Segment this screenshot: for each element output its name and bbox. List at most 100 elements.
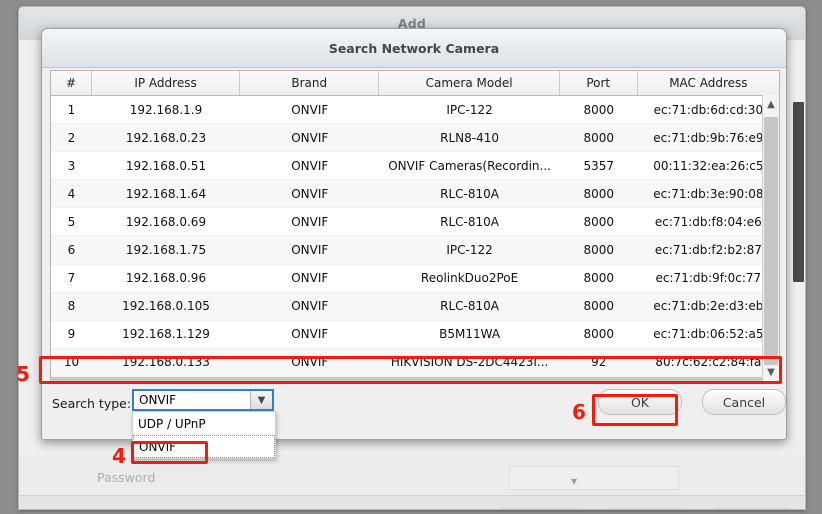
next-button[interactable]: Next xyxy=(599,508,693,509)
search-type-combobox[interactable]: ONVIF ▼ xyxy=(132,389,274,411)
cell-mac: ec:71:db:6d:cd:30 xyxy=(653,102,764,117)
table-row[interactable]: 2 192.168.0.23 ONVIF RLN8-410 8000 ec:71:db:9… xyxy=(51,124,779,153)
cell-brand: ONVIF xyxy=(291,102,329,117)
cell-mac: ec:71:db:9f:0c:77 xyxy=(655,271,762,286)
cell-mac: ec:71:db:2e:d3:eb xyxy=(653,299,764,314)
cell-port: 8000 xyxy=(583,299,614,314)
cell-port: 8000 xyxy=(583,130,614,145)
search-network-camera-dialog: Search Network Camera # IP Address Brand… xyxy=(41,28,787,459)
cell-model: HIKVISION DS-2DC4423I... xyxy=(390,355,549,370)
cell-brand: ONVIF xyxy=(291,130,329,145)
annotation-number-4: 4 xyxy=(112,444,126,468)
dropdown-option[interactable]: UDP / UPnP xyxy=(133,412,275,435)
cell-index: 1 xyxy=(67,102,76,117)
cell-mac: ec:71:db:f2:b2:87 xyxy=(654,243,762,258)
cell-port: 8000 xyxy=(583,102,614,117)
cell-mac: 80:7c:62:c2:84:fa xyxy=(655,355,762,370)
cell-ip: 192.168.1.129 xyxy=(122,327,210,342)
cell-brand: ONVIF xyxy=(291,214,329,229)
cell-ip: 192.168.0.51 xyxy=(125,158,207,173)
cell-index: 9 xyxy=(67,327,76,342)
table-row[interactable]: 1 192.168.1.9 ONVIF IPC-122 8000 ec:71:db:6d:… xyxy=(51,96,779,125)
password-label: Password xyxy=(97,470,156,485)
cell-port: 8000 xyxy=(583,186,614,201)
dialog-title: Search Network Camera xyxy=(328,40,500,56)
table-row[interactable]: 3 192.168.0.51 ONVIF ONVIF Cameras(Recordin… xyxy=(51,152,779,181)
chevron-down-icon[interactable]: ▼ xyxy=(250,391,272,409)
cell-ip: 192.168.0.133 xyxy=(122,355,210,370)
cell-ip: 192.168.0.69 xyxy=(125,214,207,229)
table-row[interactable]: 5 192.168.0.69 ONVIF RLC-810A 8000 ec:71:db:f… xyxy=(51,208,779,237)
table-header-row: # IP Address Brand Camera Model Port MAC… xyxy=(51,71,779,96)
cell-port: 8000 xyxy=(583,214,614,229)
column-header-brand[interactable]: Brand xyxy=(240,71,380,95)
cell-mac: ec:71:db:f8:04:e6 xyxy=(654,214,762,229)
cell-ip: 192.168.0.96 xyxy=(125,271,207,286)
cell-mac: ec:71:db:06:52:a5 xyxy=(653,327,764,342)
cell-model: RLC-810A xyxy=(440,299,500,314)
dialog-footer: Search type: ONVIF ▼ OK Cancel UDP / UPn… xyxy=(42,381,786,459)
table-rows-container: 1 192.168.1.9 ONVIF IPC-122 8000 ec:71:db:6d:… xyxy=(51,96,779,381)
cell-index: 5 xyxy=(67,214,76,229)
cell-ip: 192.168.0.23 xyxy=(125,130,207,145)
cell-mac: 00:11:32:ea:26:c5 xyxy=(653,158,764,173)
cell-ip: 192.168.0.105 xyxy=(122,299,210,314)
cell-brand: ONVIF xyxy=(291,299,329,314)
cell-mac: ec:71:db:3e:90:08 xyxy=(653,186,764,201)
scrollbar-track[interactable] xyxy=(763,113,779,365)
cell-model: RLC-810A xyxy=(440,214,500,229)
chevron-down-icon[interactable]: ▼ xyxy=(763,363,779,381)
window-scrollbar-thumb[interactable] xyxy=(793,102,804,282)
column-header-port[interactable]: Port xyxy=(560,71,638,95)
table-row[interactable]: 10 192.168.0.133 ONVIF HIKVISION DS-2DC4423… xyxy=(51,348,779,377)
cell-brand: ONVIF xyxy=(291,355,329,370)
wizard-cancel-button[interactable]: Cancel xyxy=(706,508,800,509)
cell-model: B5M11WA xyxy=(439,327,501,342)
cell-port: 8000 xyxy=(583,243,614,258)
search-type-label: Search type: xyxy=(52,396,132,411)
cell-model: ReolinkDuo2PoE xyxy=(420,271,519,286)
column-header-ip[interactable]: IP Address xyxy=(92,71,241,95)
annotation-number-5: 5 xyxy=(16,362,30,386)
search-type-dropdown-list[interactable]: UDP / UPnP ONVIF xyxy=(132,411,276,459)
annotation-number-6: 6 xyxy=(572,400,586,424)
table-row[interactable]: 6 192.168.1.75 ONVIF IPC-122 8000 ec:71:db:f2… xyxy=(51,236,779,265)
cell-port: 8000 xyxy=(583,327,614,342)
table-row[interactable]: 4 192.168.1.64 ONVIF RLC-810A 8000 ec:71:db:3… xyxy=(51,180,779,209)
cell-port: 92 xyxy=(591,355,607,370)
column-header-mac[interactable]: MAC Address xyxy=(638,71,779,95)
column-header-model[interactable]: Camera Model xyxy=(379,71,560,95)
cell-brand: ONVIF xyxy=(291,271,329,286)
cell-mac: ec:71:db:9b:76:e9 xyxy=(653,130,764,145)
table-row[interactable]: 9 192.168.1.129 ONVIF B5M11WA 8000 ec:71:db:0… xyxy=(51,320,779,349)
back-button[interactable]: Back xyxy=(492,508,586,509)
dropdown-option[interactable]: ONVIF xyxy=(133,435,275,458)
table-row[interactable]: 8 192.168.0.105 ONVIF RLC-810A 8000 ec:71:db:… xyxy=(51,292,779,321)
cell-ip: 192.168.1.64 xyxy=(125,186,207,201)
cell-index: 4 xyxy=(67,186,76,201)
background-input-field[interactable] xyxy=(509,466,679,490)
dialog-titlebar: Search Network Camera xyxy=(42,29,786,68)
table-row[interactable]: 7 192.168.0.96 ONVIF ReolinkDuo2PoE 8000 ec:7… xyxy=(51,264,779,293)
cell-brand: ONVIF xyxy=(291,186,329,201)
dialog-cancel-button[interactable]: Cancel xyxy=(702,389,786,415)
scrollbar-thumb[interactable] xyxy=(764,117,778,365)
cell-brand: ONVIF xyxy=(291,243,329,258)
cell-index: 7 xyxy=(67,271,76,286)
cell-model: RLN8-410 xyxy=(440,130,500,145)
column-header-index[interactable]: # xyxy=(51,71,92,95)
cell-index: 8 xyxy=(67,299,76,314)
cell-index: 6 xyxy=(67,243,76,258)
chevron-down-icon[interactable]: ▾ xyxy=(564,473,584,489)
cell-model: IPC-122 xyxy=(446,243,493,258)
cell-index: 3 xyxy=(67,158,76,173)
cell-model: ONVIF Cameras(Recordin... xyxy=(388,158,551,173)
wizard-footer: Step 2/6 Back Next Cancel xyxy=(19,496,805,509)
cell-ip: 192.168.1.75 xyxy=(125,243,207,258)
ok-button[interactable]: OK xyxy=(598,389,682,415)
cell-index: 10 xyxy=(63,355,80,370)
cell-model: IPC-122 xyxy=(446,102,493,117)
chevron-up-icon[interactable]: ▲ xyxy=(763,95,779,113)
table-scrollbar[interactable]: ▲ ▼ xyxy=(762,95,779,381)
cell-port: 5357 xyxy=(583,158,614,173)
